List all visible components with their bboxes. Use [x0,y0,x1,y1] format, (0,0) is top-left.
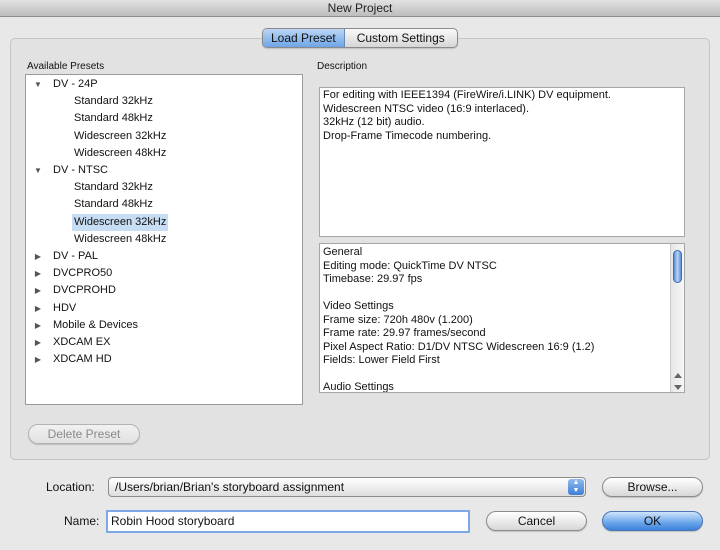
ok-button[interactable]: OK [602,511,703,531]
preset-group-row[interactable]: ▶ DVCPRO50 [26,265,302,282]
settings-line: Frame size: 720h 480v (1.200) [323,313,473,326]
preset-label: Widescreen 48kHz [74,232,167,245]
preset-group-row[interactable]: ▶ DV - PAL [26,248,302,265]
delete-preset-button[interactable]: Delete Preset [28,424,140,444]
preset-label: Standard 32kHz [74,181,153,194]
settings-line [323,368,668,382]
location-popup[interactable]: /Users/brian/Brian's storyboard assignme… [108,477,586,497]
settings-line: Fields: Lower Field First [323,354,440,366]
preset-group-row[interactable]: ▶ Mobile & Devices [26,317,302,334]
preset-label: DVCPROHD [53,284,116,297]
tab-custom-settings[interactable]: Custom Settings [345,29,457,47]
name-field[interactable]: Robin Hood storyboard [106,510,470,533]
preset-row[interactable]: Widescreen 48kHz [26,145,302,162]
preset-group-row[interactable]: ▶ XDCAM HD [26,351,302,368]
preset-group-row[interactable]: ▼ DV - 24P [26,76,302,93]
disclosure-closed-icon[interactable]: ▶ [33,248,43,265]
preset-label: XDCAM HD [53,353,112,366]
preset-label: DV - 24P [53,78,98,90]
preset-label: DVCPRO50 [53,267,113,280]
popup-arrows-icon: ▲ ▼ [568,479,584,495]
window-title: New Project [0,0,720,17]
disclosure-closed-icon[interactable]: ▶ [33,334,43,351]
preset-label: HDV [53,301,77,314]
settings-line: Frame rate: 29.97 frames/second [323,327,486,339]
location-value: /Users/brian/Brian's storyboard assignme… [115,480,345,494]
disclosure-closed-icon[interactable]: ▶ [33,282,43,299]
preset-row[interactable]: Standard 48kHz [26,110,302,127]
preset-group-row[interactable]: ▶ DVCPROHD [26,282,302,299]
location-label: Location: [46,480,95,494]
scroll-thumb[interactable] [673,250,682,283]
preset-label: Widescreen 32kHz [72,213,169,231]
name-label: Name: [64,514,100,528]
preset-label: XDCAM EX [53,336,111,348]
description-label: Description [317,61,368,72]
disclosure-open-icon[interactable]: ▼ [33,162,43,179]
preset-group-row[interactable]: ▶ HDV [26,300,302,317]
preset-row[interactable]: Standard 32kHz [26,93,302,110]
preset-label: DV - NTSC [53,164,108,176]
preset-label: Standard 48kHz [74,198,153,211]
settings-summary[interactable]: General Editing mode: QuickTime DV NTSC … [319,243,685,393]
disclosure-closed-icon[interactable]: ▶ [33,265,43,282]
preset-group-row[interactable]: ▶ XDCAM EX [26,334,302,351]
preset-label: DV - PAL [53,250,99,262]
settings-scrollbar[interactable] [670,244,684,392]
cancel-button[interactable]: Cancel [486,511,587,531]
preset-label: Widescreen 48kHz [74,146,167,159]
tab-load-preset[interactable]: Load Preset [263,29,345,47]
scroll-up-arrow-icon[interactable] [674,373,682,378]
description-line: For editing with IEEE1394 (FireWire/i.LI… [323,89,611,101]
settings-line: Editing mode: QuickTime DV NTSC [323,259,497,272]
description-line: 32kHz (12 bit) audio. [323,116,425,128]
preset-group-row[interactable]: ▼ DV - NTSC [26,162,302,179]
preset-label: Standard 32kHz [74,95,153,108]
settings-line: Audio Settings [323,381,394,393]
settings-line: Pixel Aspect Ratio: D1/DV NTSC Widescree… [323,340,595,353]
disclosure-closed-icon[interactable]: ▶ [33,317,43,334]
settings-line [323,287,668,301]
preset-label: Widescreen 32kHz [74,129,167,142]
description-line: Drop-Frame Timecode numbering. [323,129,492,142]
available-presets-label: Available Presets [27,61,105,72]
preset-tree[interactable]: ▼ DV - 24P Standard 32kHz Standard 48kHz Wid… [25,74,303,405]
description-box: For editing with IEEE1394 (FireWire/i.LI… [319,87,685,237]
preset-label: Standard 48kHz [74,112,153,125]
settings-line: General [323,246,363,258]
preset-label: Mobile & Devices [53,318,138,331]
disclosure-closed-icon[interactable]: ▶ [33,351,43,368]
preset-row[interactable]: Widescreen 32kHz [26,213,302,231]
tab-bar: Load Preset Custom Settings [262,28,458,48]
description-line: Widescreen NTSC video (16:9 interlaced). [323,102,530,115]
settings-line: Timebase: 29.97 fps [323,273,423,285]
preset-row[interactable]: Widescreen 48kHz [26,231,302,248]
preset-row[interactable]: Standard 48kHz [26,196,302,213]
preset-row[interactable]: Standard 32kHz [26,179,302,196]
preset-row[interactable]: Widescreen 32kHz [26,128,302,145]
settings-line: Video Settings [323,300,394,312]
browse-button[interactable]: Browse... [602,477,703,497]
disclosure-open-icon[interactable]: ▼ [33,76,43,93]
scroll-down-arrow-icon[interactable] [674,385,682,390]
disclosure-closed-icon[interactable]: ▶ [33,300,43,317]
